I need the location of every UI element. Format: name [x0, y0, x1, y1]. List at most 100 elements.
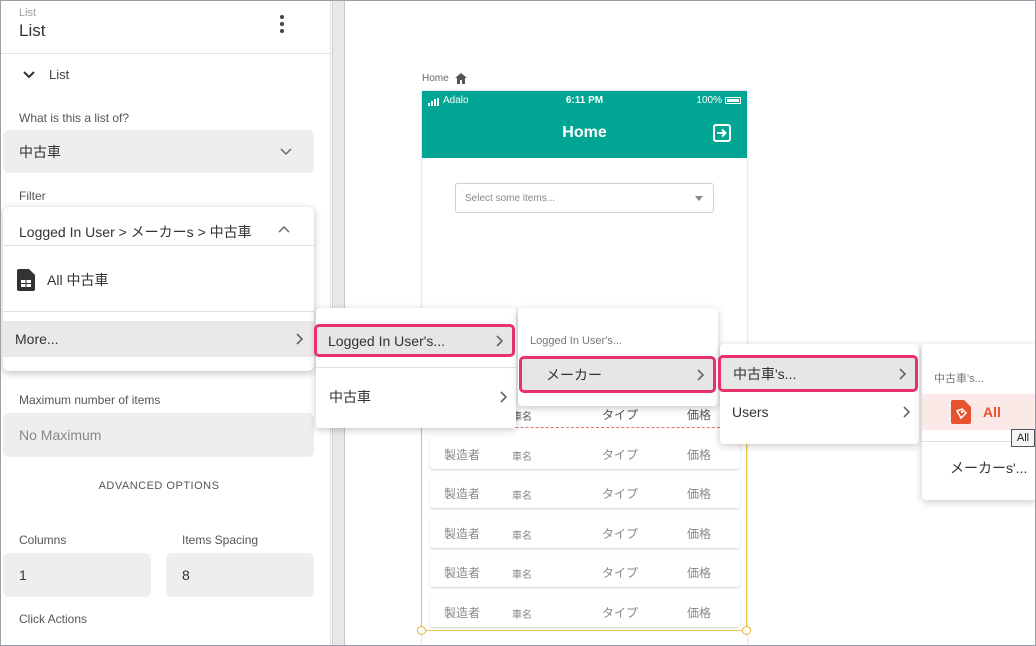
screen-breadcrumb[interactable]: Home [422, 73, 467, 84]
list-section-toggle[interactable]: List [23, 67, 69, 82]
max-items-value: No Maximum [19, 427, 102, 443]
type-cell: タイプ [602, 448, 639, 462]
logout-icon[interactable] [713, 124, 731, 142]
chevron-down-icon [23, 70, 35, 78]
divider [3, 311, 314, 312]
more-options-icon[interactable] [275, 13, 289, 35]
list-of-label: What is this a list of? [19, 111, 130, 125]
chevron-up-icon[interactable] [278, 225, 290, 233]
menu-item-logged-in-users[interactable]: Logged In User's... [314, 324, 515, 357]
menu-item-label: Logged In User's... [328, 332, 446, 349]
filter-option-all[interactable]: All 中古車 [17, 269, 108, 291]
chevron-right-icon [500, 391, 508, 403]
filter-option-more[interactable]: More... [3, 321, 314, 357]
filter-dropdown: Logged In User > メーカーs > 中古車 All 中古車 Mor… [3, 207, 314, 371]
car-name-cell: 車名 [512, 531, 532, 542]
screen-title: Home [562, 124, 607, 141]
max-items-label: Maximum number of items [19, 393, 161, 407]
maker-cell: 製造者 [444, 448, 481, 462]
list-item[interactable]: 製造者 車名 タイプ 価格 [430, 437, 740, 469]
items-spacing-input[interactable]: 8 [166, 553, 314, 597]
menu-item-label: All [983, 404, 1001, 420]
chevron-right-icon [903, 406, 911, 418]
price-cell: 価格 [687, 566, 712, 580]
menu-item-users[interactable]: Users [720, 399, 919, 425]
columns-label: Columns [19, 533, 67, 547]
columns-value: 1 [19, 567, 27, 583]
columns-input[interactable]: 1 [3, 553, 151, 597]
chevron-right-icon [296, 333, 304, 345]
car-name-cell: 車名 [512, 570, 532, 581]
list-of-value: 中古車 [19, 143, 61, 160]
divider [3, 245, 314, 246]
properties-panel: List List List What is this a list of? 中… [1, 1, 331, 645]
submenu-logged-in-user: Logged In User's... 中古車 [314, 308, 516, 428]
menu-heading: Logged In User's... [530, 335, 622, 347]
submenu-makers: 中古車's... Users [718, 344, 919, 444]
resize-handle[interactable] [742, 626, 751, 635]
car-name-cell: 車名 [512, 452, 532, 463]
filter-path: Logged In User > メーカーs > 中古車 [19, 224, 252, 240]
battery-icon [725, 97, 741, 104]
status-bar: Adalo 6:11 PM 100% [422, 91, 747, 109]
menu-item-label: Users [732, 404, 769, 420]
click-actions-label: Click Actions [19, 612, 88, 626]
chevron-right-icon [697, 368, 705, 381]
component-name: List [19, 21, 46, 40]
menu-item-makers[interactable]: メーカー [519, 356, 716, 393]
resize-handle[interactable] [417, 626, 426, 635]
maker-cell: 製造者 [444, 606, 481, 620]
list-of-select[interactable]: 中古車 [3, 130, 314, 173]
divider [1, 53, 331, 54]
multi-select-dropdown[interactable]: Select some items... [455, 183, 714, 213]
items-spacing-label: Items Spacing [182, 533, 259, 547]
list-item[interactable]: 製造者 車名 タイプ 価格 [430, 595, 740, 627]
type-cell: タイプ [602, 527, 639, 541]
chevron-down-icon [280, 147, 292, 155]
menu-item-makers-s[interactable]: メーカーs'... [922, 456, 1035, 480]
filter-label: Filter [19, 189, 46, 203]
app-bar: Home [422, 109, 747, 158]
dropdown-arrow-icon [695, 196, 703, 201]
header-type: タイプ [602, 408, 639, 422]
car-name-cell: 車名 [512, 491, 532, 502]
list-item[interactable]: 製造者 車名 タイプ 価格 [430, 516, 740, 548]
divider [316, 367, 516, 368]
select-placeholder: Select some items... [465, 192, 556, 204]
component-type: List [19, 7, 37, 19]
price-cell: 価格 [687, 487, 712, 501]
chevron-right-icon [496, 334, 504, 347]
menu-item-used-cars[interactable]: 中古車 [316, 382, 516, 412]
menu-item-label: メーカーs'... [950, 460, 1028, 476]
header-price: 価格 [687, 408, 712, 422]
table-file-icon [17, 269, 35, 291]
menu-heading: 中古車's... [934, 373, 984, 385]
type-cell: タイプ [602, 487, 639, 501]
submenu-used-cars-s: 中古車's... All メーカーs'... [922, 344, 1035, 500]
list-item[interactable]: 製造者 車名 タイプ 価格 [430, 476, 740, 508]
maker-cell: 製造者 [444, 527, 481, 541]
submenu-logged-in-users: Logged In User's... メーカー [518, 308, 718, 406]
menu-item-used-cars-s[interactable]: 中古車's... [718, 355, 918, 392]
section-label: List [49, 67, 70, 82]
filter-more-label: More... [15, 331, 59, 347]
items-spacing-value: 8 [182, 567, 190, 583]
menu-item-label: メーカー [546, 366, 602, 383]
screen-name: Home [422, 73, 449, 84]
battery: 100% [696, 95, 741, 106]
app-window: List List List What is this a list of? 中… [0, 0, 1036, 646]
menu-item-all[interactable]: All [922, 394, 1035, 430]
car-name-cell: 車名 [512, 610, 532, 621]
filter-option-all-label: All 中古車 [47, 272, 109, 288]
maker-cell: 製造者 [444, 487, 481, 501]
menu-item-label: 中古車's... [733, 365, 797, 382]
battery-percent: 100% [696, 95, 722, 106]
max-items-input[interactable]: No Maximum [3, 413, 314, 457]
home-icon [454, 73, 467, 84]
list-item[interactable]: 製造者 車名 タイプ 価格 [430, 555, 740, 587]
advanced-options-toggle[interactable]: ADVANCED OPTIONS [1, 480, 317, 492]
price-cell: 価格 [687, 448, 712, 462]
chevron-right-icon [899, 367, 907, 380]
price-cell: 価格 [687, 527, 712, 541]
maker-cell: 製造者 [444, 566, 481, 580]
